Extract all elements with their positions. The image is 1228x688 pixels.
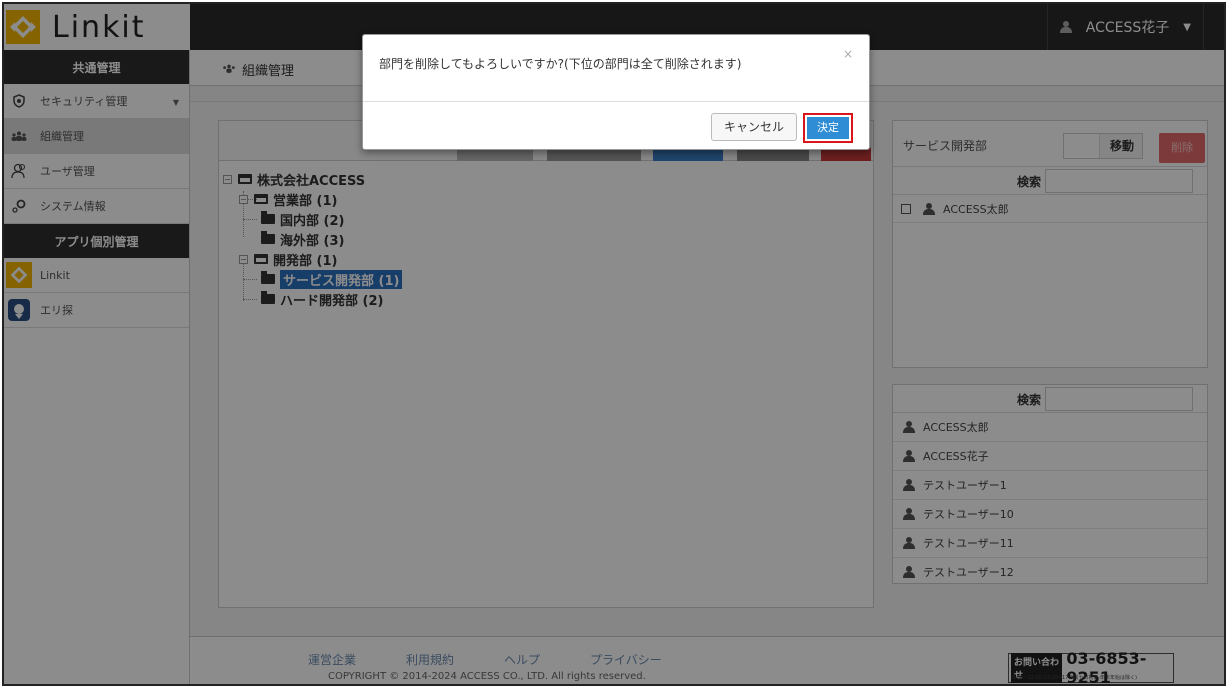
confirm-button[interactable]: 決定 xyxy=(807,117,849,139)
dialog-message: 部門を削除してもよろしいですか?(下位の部門は全て削除されます) xyxy=(379,57,742,71)
app-frame: Linkit ACCESS花子 ▼ 共通管理 セキュリティ管理 ▼ 組織管理 ユ… xyxy=(2,2,1226,686)
confirm-button-highlight: 決定 xyxy=(803,113,853,143)
confirm-delete-dialog: 部門を削除してもよろしいですか?(下位の部門は全て削除されます) × キャンセル… xyxy=(362,34,870,150)
close-icon[interactable]: × xyxy=(843,47,853,61)
cancel-button[interactable]: キャンセル xyxy=(711,113,797,141)
divider xyxy=(363,101,869,102)
